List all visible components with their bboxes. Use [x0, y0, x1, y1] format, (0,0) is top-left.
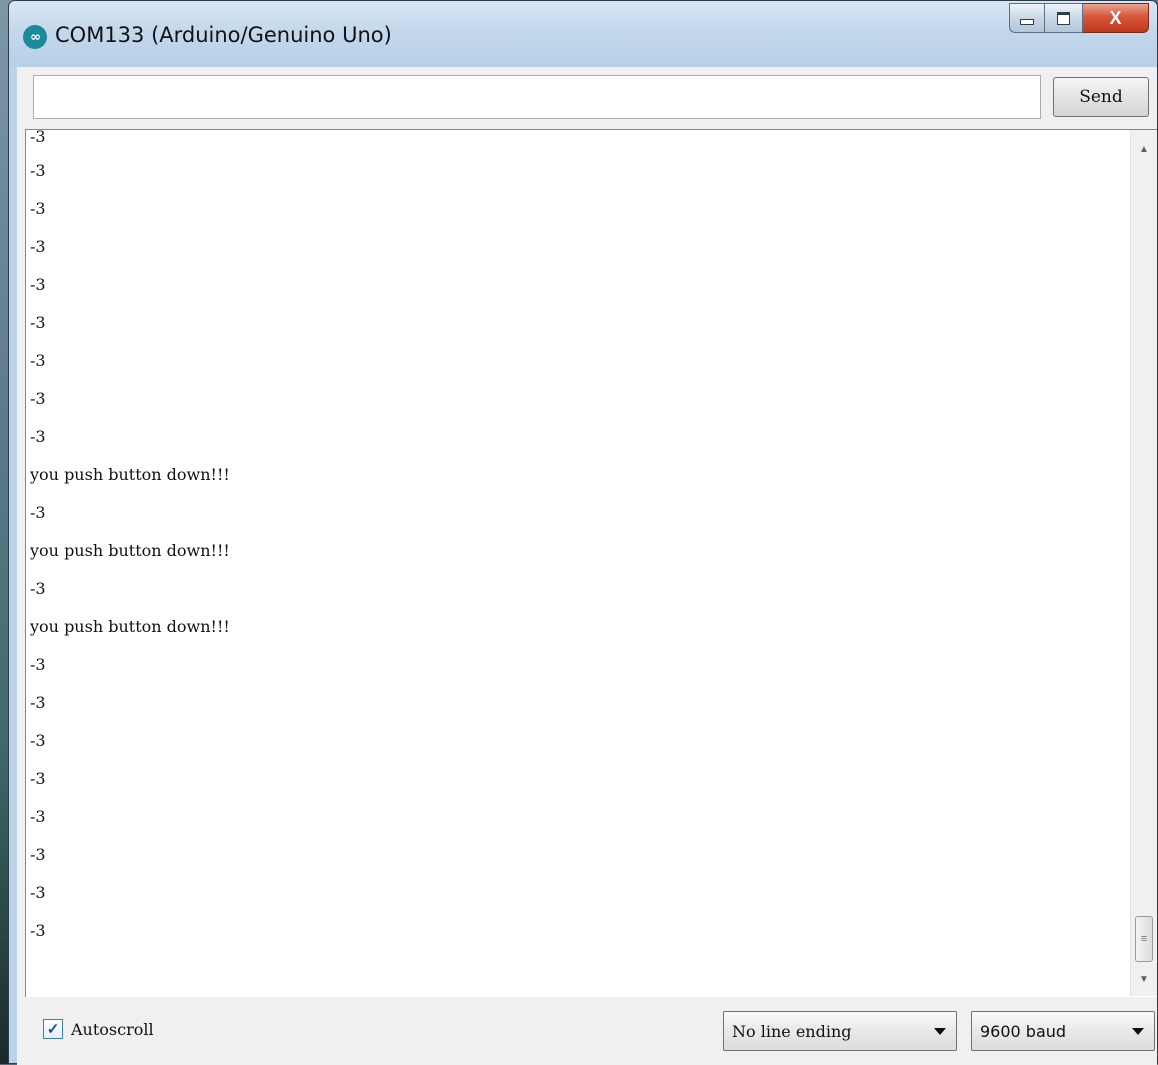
maximize-icon [1057, 11, 1070, 25]
serial-output-line: -3 [30, 130, 46, 146]
baud-rate-select[interactable]: 9600 baud [971, 1011, 1155, 1051]
serial-output-line: -3 [30, 351, 46, 370]
serial-output-line: -3 [30, 883, 46, 902]
serial-output-line: -3 [30, 769, 46, 788]
serial-output-line: -3 [30, 503, 46, 522]
title-bar[interactable]: ∞ COM133 (Arduino/Genuino Uno) X [9, 1, 1157, 67]
serial-output-line: you push button down!!! [30, 541, 230, 560]
minimize-button[interactable] [1009, 3, 1045, 33]
serial-output-area[interactable]: -3 -3 -3 -3 -3 -3 -3 -3 -3 you push button down!!… [25, 129, 1157, 997]
vertical-scrollbar[interactable]: ▲ ≡ ▼ [1130, 130, 1157, 996]
maximize-button[interactable] [1045, 3, 1083, 33]
serial-output-line: -3 [30, 921, 46, 940]
bottom-bar: ✓ Autoscroll No line ending 9600 baud [17, 997, 1157, 1065]
serial-output-line: -3 [30, 807, 46, 826]
line-ending-value: No line ending [732, 1021, 852, 1041]
send-button[interactable]: Send [1053, 77, 1149, 117]
scroll-down-arrow-icon[interactable]: ▼ [1131, 966, 1157, 992]
scrollbar-thumb[interactable]: ≡ [1135, 916, 1153, 962]
serial-output-line: -3 [30, 427, 46, 446]
serial-monitor-body: Send -3 -3 -3 -3 -3 -3 -3 -3 -3 you push button d… [17, 67, 1157, 1065]
close-icon: X [1109, 7, 1122, 28]
serial-output-line: you push button down!!! [30, 617, 230, 636]
line-ending-select[interactable]: No line ending [723, 1011, 957, 1051]
dropdown-arrow-icon [934, 1028, 946, 1035]
serial-monitor-window: ∞ COM133 (Arduino/Genuino Uno) X Send -3… [8, 0, 1158, 1065]
serial-output-line: -3 [30, 579, 46, 598]
dropdown-arrow-icon [1132, 1028, 1144, 1035]
serial-output-line: you push button down!!! [30, 465, 230, 484]
close-button[interactable]: X [1083, 3, 1149, 33]
window-title: COM133 (Arduino/Genuino Uno) [55, 23, 392, 47]
serial-output-line: -3 [30, 389, 46, 408]
send-input[interactable] [33, 75, 1041, 119]
send-row: Send [17, 67, 1157, 129]
scroll-up-arrow-icon[interactable]: ▲ [1131, 136, 1157, 162]
baud-rate-value: 9600 baud [980, 1021, 1067, 1041]
serial-output-line: -3 [30, 845, 46, 864]
autoscroll-checkbox[interactable]: ✓ [43, 1019, 63, 1039]
serial-output-line: -3 [30, 275, 46, 294]
minimize-icon [1020, 19, 1034, 25]
autoscroll-label: Autoscroll [71, 1019, 154, 1039]
autoscroll-toggle[interactable]: ✓ Autoscroll [43, 1019, 154, 1039]
serial-output-line: -3 [30, 199, 46, 218]
serial-output-lines: -3 -3 -3 -3 -3 -3 -3 -3 -3 you push button down!!… [30, 130, 1130, 996]
serial-output-line: -3 [30, 693, 46, 712]
arduino-logo-icon: ∞ [23, 25, 47, 49]
serial-output-line: -3 [30, 313, 46, 332]
serial-output-line: -3 [30, 655, 46, 674]
serial-output-line: -3 [30, 731, 46, 750]
window-controls: X [1009, 3, 1149, 33]
serial-output-line: -3 [30, 237, 46, 256]
serial-output-line: -3 [30, 161, 46, 180]
